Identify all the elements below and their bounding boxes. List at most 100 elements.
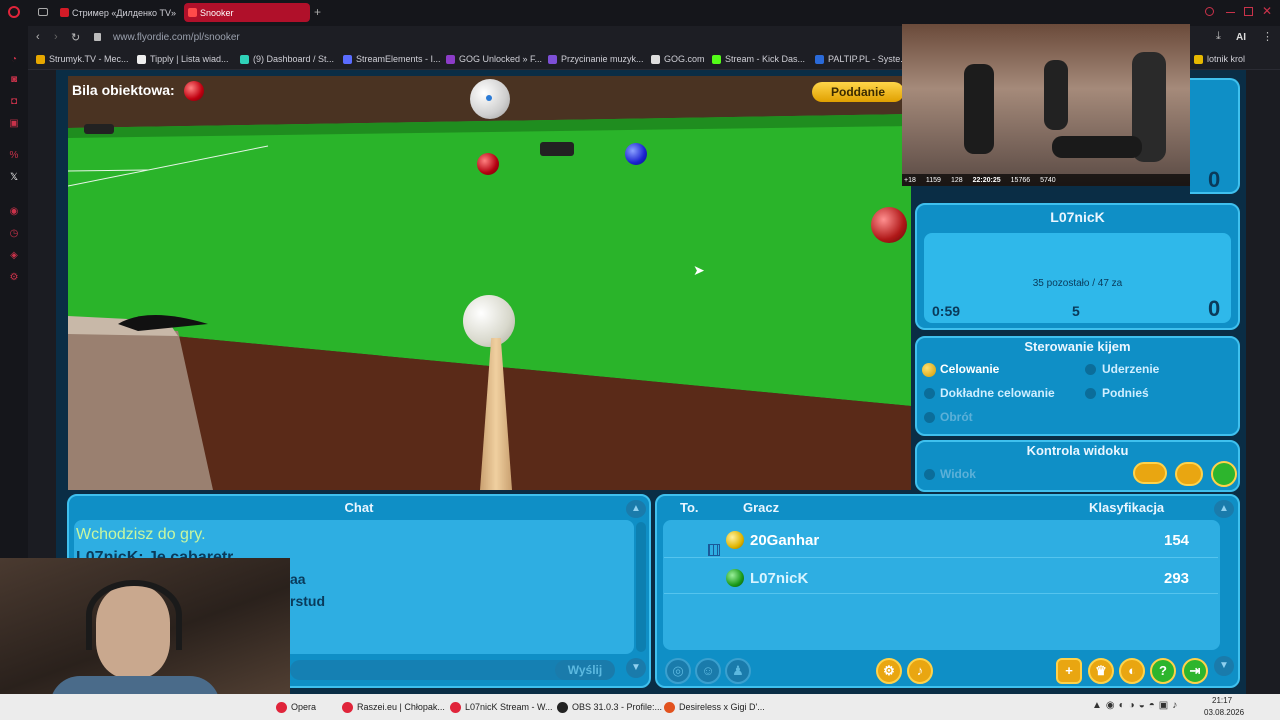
bookmark-item[interactable]: GOG.com [651, 54, 705, 64]
table-row[interactable] [664, 560, 1218, 594]
tab-label: Стример «Дилденко TV» [72, 7, 177, 18]
radio-selected-icon[interactable] [922, 363, 936, 377]
menu-icon[interactable]: ⋮ [1262, 30, 1273, 43]
taskbar-item[interactable]: Opera [276, 699, 316, 715]
close-icon[interactable]: ✕ [1262, 4, 1272, 18]
player-icon[interactable]: ◉ [8, 206, 20, 218]
instagram-icon[interactable]: ▣ [8, 118, 20, 130]
players-scroll-down-icon[interactable]: ▼ [1214, 656, 1234, 676]
opera-logo-icon[interactable] [8, 6, 20, 18]
percent-icon[interactable]: % [8, 150, 20, 162]
chat-scrollbar[interactable] [636, 522, 646, 652]
likes-count: 128 [950, 176, 963, 184]
opera-icon [342, 702, 353, 713]
chat-scroll-down-icon[interactable]: ▼ [626, 658, 646, 678]
option-raise[interactable]: Podnieś [1102, 386, 1149, 400]
minimize-icon[interactable] [1226, 12, 1235, 13]
option-aim[interactable]: Celowanie [940, 362, 999, 376]
send-button[interactable]: Wyślij [555, 660, 615, 680]
radio-icon[interactable] [1085, 364, 1096, 375]
help-icon[interactable]: ? [1150, 658, 1176, 684]
clock-date[interactable]: 03.08.2026 [1204, 708, 1244, 717]
bookmark-item[interactable]: Tipply | Lista wiad... [137, 54, 229, 64]
download-icon[interactable]: ⤓ [1216, 30, 1221, 43]
player-row-name: L07nicK [750, 570, 809, 587]
taskbar-item[interactable]: OBS 31.0.3 - Profile:... [557, 699, 662, 715]
messenger-icon[interactable]: ◘ [8, 96, 20, 108]
radio-icon[interactable] [924, 469, 935, 480]
maximize-icon[interactable] [1244, 7, 1253, 16]
table-row[interactable] [664, 526, 1218, 558]
radio-icon[interactable] [924, 412, 935, 423]
url-field[interactable]: www.flyordie.com/pl/snooker [113, 32, 240, 43]
bookmark-item[interactable]: GOG Unlocked » F... [446, 54, 542, 64]
chat-collapse-icon[interactable]: ▲ [626, 500, 646, 518]
taskbar-item[interactable]: Desireless x Gigi D'... [664, 699, 765, 715]
taskbar-item[interactable]: Raszei.eu | Chłopak... [342, 699, 445, 715]
x-twitter-icon[interactable]: 𝕏 [8, 172, 20, 184]
add-icon[interactable]: + [1056, 658, 1082, 684]
blue-ball [625, 143, 647, 165]
bookmark-item[interactable]: StreamElements - I... [343, 54, 441, 64]
search-tabs-icon[interactable] [1205, 7, 1214, 16]
stream-count: 15766 [1010, 176, 1031, 184]
bookmark-icon [343, 55, 352, 64]
bookmark-item[interactable]: lotnik krol [1194, 54, 1245, 64]
bookmark-item[interactable]: PALTIP.PL - Syste... [815, 54, 908, 64]
concede-button[interactable]: Poddanie [812, 82, 904, 102]
bookmark-item[interactable]: (9) Dashboard / St... [240, 54, 334, 64]
viewers-count: 1159 [925, 176, 941, 184]
bookmark-item[interactable]: Strumyk.TV - Mec... [36, 54, 129, 64]
bookmark-icon [1194, 55, 1203, 64]
trophy-icon[interactable]: ♛ [1088, 658, 1114, 684]
chat-message: rstud [290, 593, 325, 609]
clock-time[interactable]: 21:17 [1212, 696, 1232, 705]
radio-icon[interactable] [1085, 388, 1096, 399]
option-fine-aim[interactable]: Dokładne celowanie [940, 386, 1055, 400]
emoji-icon[interactable]: ◎ [665, 658, 691, 684]
history-icon[interactable]: ◷ [8, 228, 20, 240]
back-icon[interactable]: ‹ [36, 31, 40, 43]
tab-snooker[interactable]: Snooker [184, 3, 310, 22]
zoom-view-icon[interactable] [1133, 462, 1167, 484]
profile-icon[interactable]: ♟ [725, 658, 751, 684]
person-figure [964, 64, 994, 154]
sound-icon[interactable]: ♪ [907, 658, 933, 684]
cue-ball-aim-dot [486, 95, 492, 101]
bag-icon[interactable]: ◙ [8, 74, 20, 86]
players-collapse-icon[interactable]: ▲ [1214, 500, 1234, 518]
cue-control-title: Sterowanie kijem [1024, 339, 1131, 354]
ai-button[interactable]: AI [1236, 32, 1246, 43]
new-tab-button[interactable]: + [314, 5, 321, 19]
headset-icon [86, 580, 182, 650]
settings-icon[interactable]: ⚙ [8, 272, 20, 284]
bookmark-item[interactable]: Przycinanie muzyk... [548, 54, 644, 64]
tab-overview-icon[interactable] [38, 8, 48, 16]
option-view[interactable]: Widok [940, 467, 976, 481]
option-spin[interactable]: Obrót [940, 410, 973, 424]
bookmark-icon [651, 55, 660, 64]
player-status: 35 pozostało / 47 za [1032, 278, 1123, 289]
player-timer: 0:59 [932, 303, 961, 319]
overlay-stats-bar: +18 1159 128 22:20:25 15766 5740 [902, 174, 1190, 186]
settings-gear-icon[interactable]: ⚙ [876, 658, 902, 684]
tilt-view-icon[interactable] [1211, 461, 1237, 487]
obs-icon [557, 702, 568, 713]
user-icon[interactable]: ☺ [695, 658, 721, 684]
option-strike[interactable]: Uderzenie [1102, 362, 1159, 376]
tray-icons[interactable]: ▲◉◐◑◒◓▣♪ [1092, 700, 1198, 714]
brave-icon [664, 702, 675, 713]
exit-icon[interactable]: ⇥ [1182, 658, 1208, 684]
radio-icon[interactable] [924, 388, 935, 399]
extensions-icon[interactable]: ◈ [8, 250, 20, 262]
forward-icon[interactable]: › [54, 31, 58, 43]
speed-dial-icon[interactable]: ◔ [8, 54, 20, 66]
reload-icon[interactable]: ↻ [71, 31, 80, 44]
col-header-player: Gracz [743, 500, 780, 515]
chat-bubble-icon[interactable]: ◐ [1119, 658, 1145, 684]
taskbar-item[interactable]: L07nicK Stream - W... [450, 699, 553, 715]
red-ball [477, 153, 499, 175]
tab-streamer[interactable]: Стример «Дилденко TV» [56, 3, 180, 22]
rotate-view-icon[interactable] [1175, 462, 1203, 486]
bookmark-item[interactable]: Stream - Kick Das... [712, 54, 805, 64]
